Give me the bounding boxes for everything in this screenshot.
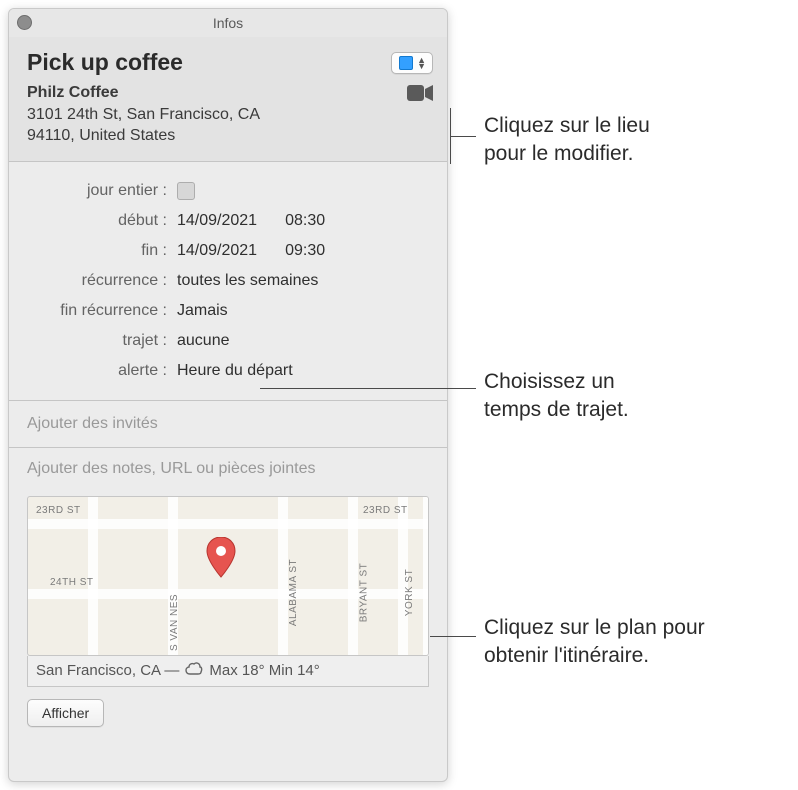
street-label: YORK ST xyxy=(404,569,415,616)
alert-value[interactable]: Heure du départ xyxy=(177,362,293,380)
repeat-label: récurrence : xyxy=(17,272,177,290)
address-line-2: 94110, United States xyxy=(27,125,260,147)
titlebar: Infos xyxy=(9,9,447,37)
add-notes[interactable]: Ajouter des notes, URL ou pièces jointes xyxy=(9,448,447,486)
travel-value[interactable]: aucune xyxy=(177,332,230,350)
location-name: Philz Coffee xyxy=(27,82,260,104)
chevron-updown-icon: ▲▼ xyxy=(417,57,426,69)
event-header: Pick up coffee ▲▼ Philz Coffee 3101 24th… xyxy=(9,37,447,162)
row-start: début : 14/09/2021 08:30 xyxy=(17,206,433,236)
row-repeat: récurrence : toutes les semaines xyxy=(17,266,433,296)
row-alert: alerte : Heure du départ xyxy=(17,356,433,386)
start-date[interactable]: 14/09/2021 xyxy=(177,212,257,230)
street-label: ALABAMA ST xyxy=(288,559,299,626)
video-camera-icon[interactable] xyxy=(407,84,433,107)
end-date[interactable]: 14/09/2021 xyxy=(177,242,257,260)
map-weather-footer: San Francisco, CA — Max 18° Min 14° xyxy=(27,656,429,687)
close-icon[interactable] xyxy=(17,15,32,30)
all-day-label: jour entier : xyxy=(17,182,177,200)
map-city: San Francisco, CA — xyxy=(36,662,179,679)
street-label: 24TH ST xyxy=(50,577,94,588)
callout-map: Cliquez sur le plan pour obtenir l'itiné… xyxy=(484,614,705,671)
callout-connector xyxy=(430,636,476,637)
callout-location: Cliquez sur le lieu pour le modifier. xyxy=(484,112,650,169)
end-time[interactable]: 09:30 xyxy=(285,242,343,260)
event-info-panel: Infos Pick up coffee ▲▼ Philz Coffee 310… xyxy=(8,8,448,782)
alert-label: alerte : xyxy=(17,362,177,380)
street-label: 23RD ST xyxy=(36,505,81,516)
start-label: début : xyxy=(17,212,177,230)
start-time[interactable]: 08:30 xyxy=(285,212,343,230)
street-label: BRYANT ST xyxy=(358,563,369,623)
location-block[interactable]: Philz Coffee 3101 24th St, San Francisco… xyxy=(27,82,260,147)
event-details: jour entier : début : 14/09/2021 08:30 f… xyxy=(9,162,447,401)
event-title[interactable]: Pick up coffee xyxy=(27,49,183,76)
cloud-icon xyxy=(185,662,203,680)
callout-connector xyxy=(260,388,476,389)
end-label: fin : xyxy=(17,242,177,260)
street-label: S VAN NES xyxy=(169,594,180,651)
show-button[interactable]: Afficher xyxy=(27,699,104,727)
row-all-day: jour entier : xyxy=(17,176,433,206)
street-label: 23RD ST xyxy=(363,505,408,516)
row-end: fin : 14/09/2021 09:30 xyxy=(17,236,433,266)
row-travel: trajet : aucune xyxy=(17,326,433,356)
calendar-picker[interactable]: ▲▼ xyxy=(391,52,433,74)
map-weather: Max 18° Min 14° xyxy=(209,662,319,679)
callout-travel: Choisissez un temps de trajet. xyxy=(484,368,629,425)
repeat-end-label: fin récurrence : xyxy=(17,302,177,320)
footer-bar: Afficher xyxy=(9,687,447,739)
calendar-color-swatch xyxy=(399,56,413,70)
map-preview[interactable]: 23RD ST 23RD ST 24TH ST S VAN NES ALABAM… xyxy=(27,496,429,656)
row-repeat-end: fin récurrence : Jamais xyxy=(17,296,433,326)
callout-connector xyxy=(450,136,476,137)
window-title: Infos xyxy=(213,15,243,31)
add-invitees[interactable]: Ajouter des invités xyxy=(9,401,447,448)
repeat-end-value[interactable]: Jamais xyxy=(177,302,228,320)
travel-label: trajet : xyxy=(17,332,177,350)
all-day-checkbox[interactable] xyxy=(177,182,195,200)
address-line-1: 3101 24th St, San Francisco, CA xyxy=(27,104,260,126)
map-pin-icon xyxy=(206,537,236,586)
repeat-value[interactable]: toutes les semaines xyxy=(177,272,318,290)
